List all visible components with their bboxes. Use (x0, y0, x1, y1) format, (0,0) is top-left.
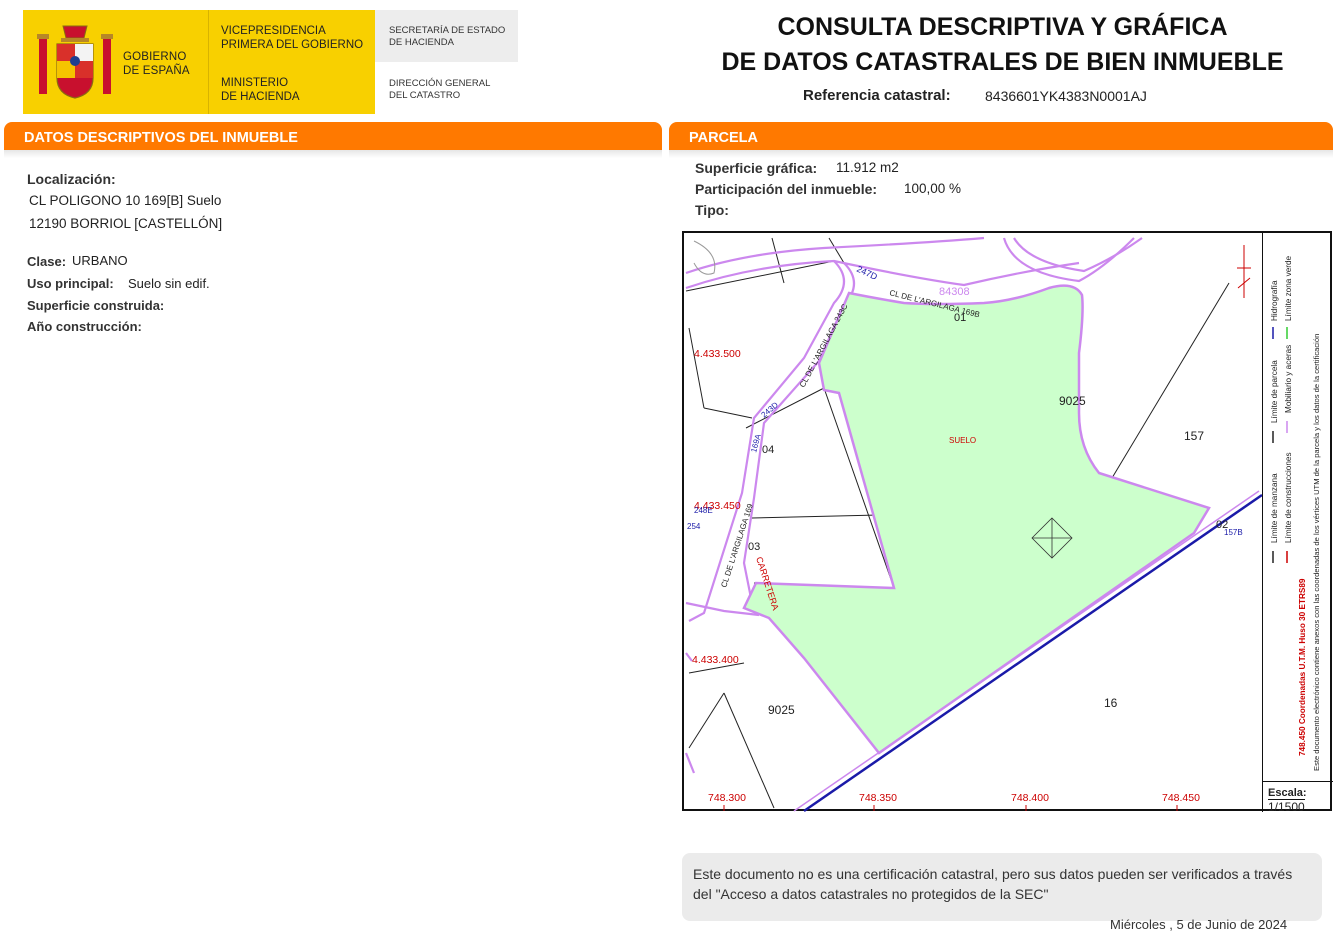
direccion-general-text: DIRECCIÓN GENERAL DEL CATASTRO (389, 78, 491, 101)
scale-value: 1/1500 (1268, 799, 1305, 814)
legend-mobiliario: Mobiliario y aceras (1284, 345, 1293, 413)
legend-construcciones: Límite de construcciones (1284, 452, 1293, 543)
coord-y-3: 4.433.400 (692, 654, 739, 666)
coord-x-3: 748.400 (1011, 792, 1049, 804)
label-suelo: SUELO (949, 436, 976, 445)
tipo-label: Tipo: (695, 202, 729, 218)
page-title-line2: DE DATOS CATASTRALES DE BIEN INMUEBLE (721, 48, 1284, 76)
section-banner-descriptivos: DATOS DESCRIPTIVOS DEL INMUEBLE (4, 122, 662, 150)
road-num-254: 254 (687, 522, 701, 531)
legend-note: Este documento electrónico contiene anex… (1312, 334, 1321, 771)
north-arrow-icon (1237, 245, 1251, 298)
section-banner-parcela: PARCELA (669, 122, 1333, 150)
label-157: 157 (1184, 429, 1204, 443)
superficie-construida-label: Superficie construida: (27, 298, 165, 313)
map-drawing: 4.433.500 4.433.450 4.433.400 748.300 74… (684, 236, 1263, 813)
map-legend: Límite de manzana Límite de parcela Hidr… (1262, 231, 1333, 781)
label-16: 16 (1104, 696, 1118, 710)
legend-manzana: Límite de manzana (1270, 473, 1279, 543)
secretaria-block: SECRETARÍA DE ESTADO DE HACIENDA (375, 10, 518, 62)
coord-y-1: 4.433.500 (694, 348, 741, 360)
road-num-248e: 248E (694, 506, 713, 515)
coord-x-1: 748.300 (708, 792, 746, 804)
page-title-line1: CONSULTA DESCRIPTIVA Y GRÁFICA (777, 13, 1228, 41)
banner-title: DATOS DESCRIPTIVOS DEL INMUEBLE (24, 130, 298, 146)
secretaria-text: SECRETARÍA DE ESTADO DE HACIENDA (389, 25, 506, 48)
map-scale: Escala: 1/1500 (1262, 781, 1333, 814)
logo-divider (208, 10, 209, 114)
road-num-84308: 84308 (939, 286, 970, 298)
uso-label: Uso principal: (27, 276, 114, 291)
clase-label: Clase: (27, 254, 67, 269)
address-line2: 12190 BORRIOL [CASTELLÓN] (29, 216, 223, 231)
label-9025-bottom: 9025 (768, 703, 795, 717)
clase-value: URBANO (72, 253, 128, 268)
label-04: 04 (762, 444, 774, 456)
disclaimer-box: Este documento no es una certificación c… (682, 853, 1322, 921)
legend-parcela: Límite de parcela (1270, 360, 1279, 423)
ref-label: Referencia catastral: (803, 87, 951, 104)
road-num-157b: 157B (1224, 528, 1243, 537)
banner-shadow (4, 150, 662, 158)
uso-value: Suelo sin edif. (128, 276, 210, 291)
legend-zona-verde: Límite zona verde (1284, 255, 1293, 321)
label-03: 03 (748, 541, 760, 553)
label-9025-top: 9025 (1059, 394, 1086, 408)
anio-construccion-label: Año construcción: (27, 319, 142, 334)
cadastral-map[interactable]: 4.433.500 4.433.450 4.433.400 748.300 74… (682, 231, 1332, 813)
gobierno-name: GOBIERNO DE ESPAÑA (123, 51, 190, 77)
address-line1: CL POLIGONO 10 169[B] Suelo (29, 193, 222, 208)
ministerio-text: MINISTERIO DE HACIENDA (221, 77, 300, 103)
coat-of-arms-icon (37, 25, 113, 99)
participacion-value: 100,00 % (904, 181, 962, 196)
legend-hidrografia: Hidrografía (1270, 280, 1279, 321)
ref-value: 8436601YK4383N0001AJ (985, 88, 1147, 104)
legend-coords: 748.450 Coordenadas U.T.M. Huso 30 ETRS8… (1298, 578, 1307, 756)
banner-title: PARCELA (689, 130, 759, 146)
gobierno-logo: GOBIERNO DE ESPAÑA VICEPRESIDENCIA PRIMERA… (23, 10, 375, 114)
superficie-grafica-value: 11.912 m2 (836, 160, 899, 175)
document-date: Miércoles , 5 de Junio de 2024 (1110, 917, 1288, 932)
participacion-label: Participación del inmueble: (695, 181, 878, 197)
localizacion-label: Localización: (27, 171, 116, 187)
referencia-catastral: Referencia catastral: 8436601YK4383N0001… (803, 87, 1147, 104)
superficie-grafica-label: Superficie gráfica: (695, 160, 818, 176)
disclaimer-text: Este documento no es una certificación c… (693, 866, 1293, 902)
scale-label: Escala: (1268, 787, 1307, 799)
coord-x-4: 748.450 (1162, 792, 1200, 804)
coord-x-2: 748.350 (859, 792, 897, 804)
vicepresidencia-text: VICEPRESIDENCIA PRIMERA DEL GOBIERNO (221, 25, 364, 51)
road-num-247d: 247D (855, 264, 879, 282)
banner-shadow (669, 150, 1333, 158)
